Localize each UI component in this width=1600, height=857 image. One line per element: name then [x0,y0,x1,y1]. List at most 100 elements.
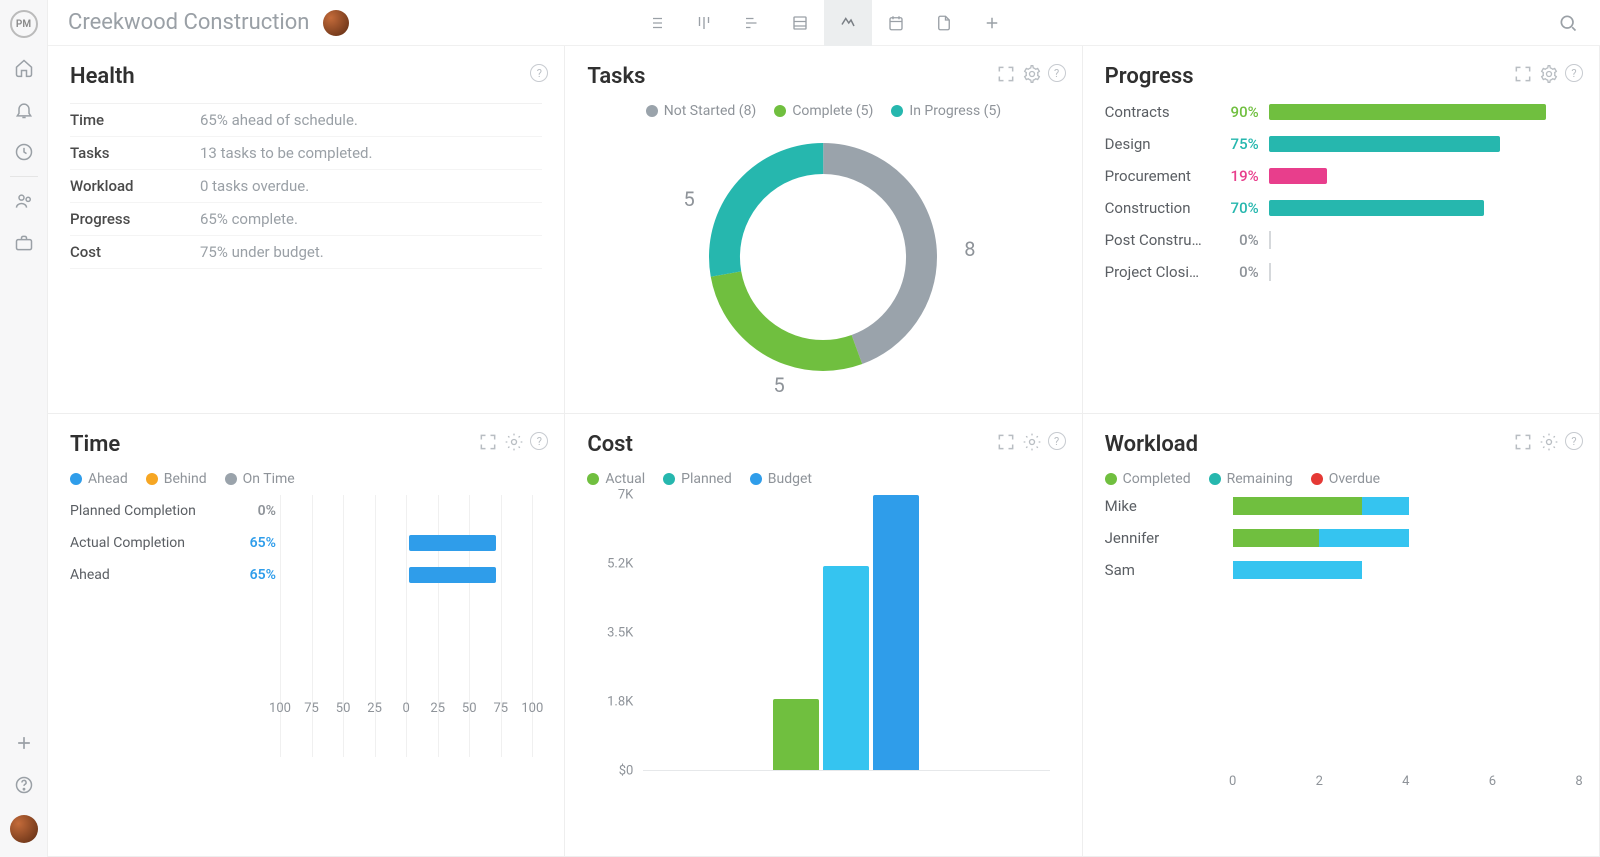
tab-list[interactable] [632,0,680,46]
progress-row: Post Construct... 0% [1105,231,1577,249]
gear-icon[interactable] [1539,432,1559,452]
time-pct: 0% [230,503,276,519]
gear-icon[interactable] [1539,64,1559,84]
health-value: 0 tasks overdue. [200,177,542,195]
health-label: Progress [70,210,200,228]
expand-icon[interactable] [478,432,498,452]
workload-legend: Completed Remaining Overdue [1105,471,1577,487]
add-icon[interactable] [12,731,36,755]
gear-icon[interactable] [1022,64,1042,84]
help-icon[interactable]: ? [530,432,548,450]
tab-add[interactable] [968,0,1016,46]
axis-label: 6 [1489,774,1496,789]
help-icon[interactable] [12,773,36,797]
help-icon[interactable]: ? [1048,64,1066,82]
time-track [276,533,542,553]
tasks-donut: 8 5 5 [693,127,953,387]
donut-value-complete: 5 [773,373,784,397]
help-icon[interactable]: ? [1565,64,1583,82]
card-time: Time ? Ahead Behind On Time Planned Comp… [48,414,565,857]
card-title: Health [70,64,542,89]
card-title: Progress [1105,64,1577,89]
workload-name: Jennifer [1105,529,1233,547]
help-icon[interactable]: ? [1565,432,1583,450]
card-tasks: Tasks ? Not Started (8) Complete (5) In … [565,46,1082,414]
progress-bar [1269,136,1577,152]
project-avatar[interactable] [323,10,349,36]
time-legend: Ahead Behind On Time [70,471,542,487]
dot-icon [225,473,237,485]
legend-item: Remaining [1209,471,1293,487]
tab-gantt[interactable] [728,0,776,46]
progress-pct: 90% [1215,103,1259,121]
tab-board[interactable] [680,0,728,46]
card-progress: Progress ? Contracts 90% Design 75% Proc… [1083,46,1600,414]
axis-label: 50 [336,701,351,716]
time-name: Actual Completion [70,535,230,551]
cost-plot [643,495,1049,771]
dot-icon [70,473,82,485]
legend-item: Ahead [70,471,128,487]
expand-icon[interactable] [996,432,1016,452]
left-sidebar: PM [0,0,48,857]
legend-item: Overdue [1311,471,1380,487]
clock-icon[interactable] [12,140,36,164]
gear-icon[interactable] [504,432,524,452]
dot-icon [774,105,786,117]
card-title: Workload [1105,432,1577,457]
bell-icon[interactable] [12,98,36,122]
expand-icon[interactable] [1513,432,1533,452]
app-logo[interactable]: PM [10,10,38,38]
user-avatar[interactable] [10,815,38,843]
tab-dashboard[interactable] [824,0,872,46]
health-value: 65% complete. [200,210,542,228]
home-icon[interactable] [12,56,36,80]
axis-label: 75 [304,701,319,716]
legend-item: Planned [663,471,732,487]
cost-bar [773,699,819,770]
axis-label: 1.8K [607,695,633,710]
progress-name: Post Construct... [1105,231,1205,249]
progress-row: Contracts 90% [1105,103,1577,121]
axis-label: 5.2K [607,557,633,572]
team-icon[interactable] [12,189,36,213]
tab-calendar[interactable] [872,0,920,46]
card-cost: Cost ? Actual Planned Budget 7K5.2K3.5K1… [565,414,1082,857]
donut-value-not-started: 8 [964,237,975,261]
dot-icon [891,105,903,117]
expand-icon[interactable] [996,64,1016,84]
progress-bar [1269,168,1577,184]
workload-bar [1233,497,1577,515]
tab-sheet[interactable] [776,0,824,46]
help-icon[interactable]: ? [530,64,548,82]
progress-pct: 75% [1215,135,1259,153]
progress-row: Project Closin... 0% [1105,263,1577,281]
briefcase-icon[interactable] [12,231,36,255]
legend-item: Completed [1105,471,1191,487]
health-label: Cost [70,243,200,261]
axis-label: 100 [269,701,291,716]
progress-name: Project Closin... [1105,263,1205,281]
tab-files[interactable] [920,0,968,46]
workload-rows: MikeJenniferSam [1105,497,1577,579]
time-axis: 1007550250255075100 [280,701,532,725]
axis-label: 8 [1575,774,1582,789]
expand-icon[interactable] [1513,64,1533,84]
search-icon[interactable] [1556,11,1580,35]
help-icon[interactable]: ? [1048,432,1066,450]
legend-item: Actual [587,471,645,487]
legend-item: Behind [146,471,207,487]
axis-label: 0 [403,701,410,716]
workload-row: Jennifer [1105,529,1577,547]
progress-pct: 0% [1215,263,1259,281]
legend-item: In Progress (5) [891,103,1001,119]
time-name: Ahead [70,567,230,583]
cost-bar [823,566,869,770]
dot-icon [1311,473,1323,485]
dashboard-grid: Health ? Time65% ahead of schedule. Task… [48,46,1600,857]
progress-pct: 19% [1215,167,1259,185]
gear-icon[interactable] [1022,432,1042,452]
workload-row: Sam [1105,561,1577,579]
card-title: Time [70,432,542,457]
top-bar: Creekwood Construction [48,0,1600,46]
